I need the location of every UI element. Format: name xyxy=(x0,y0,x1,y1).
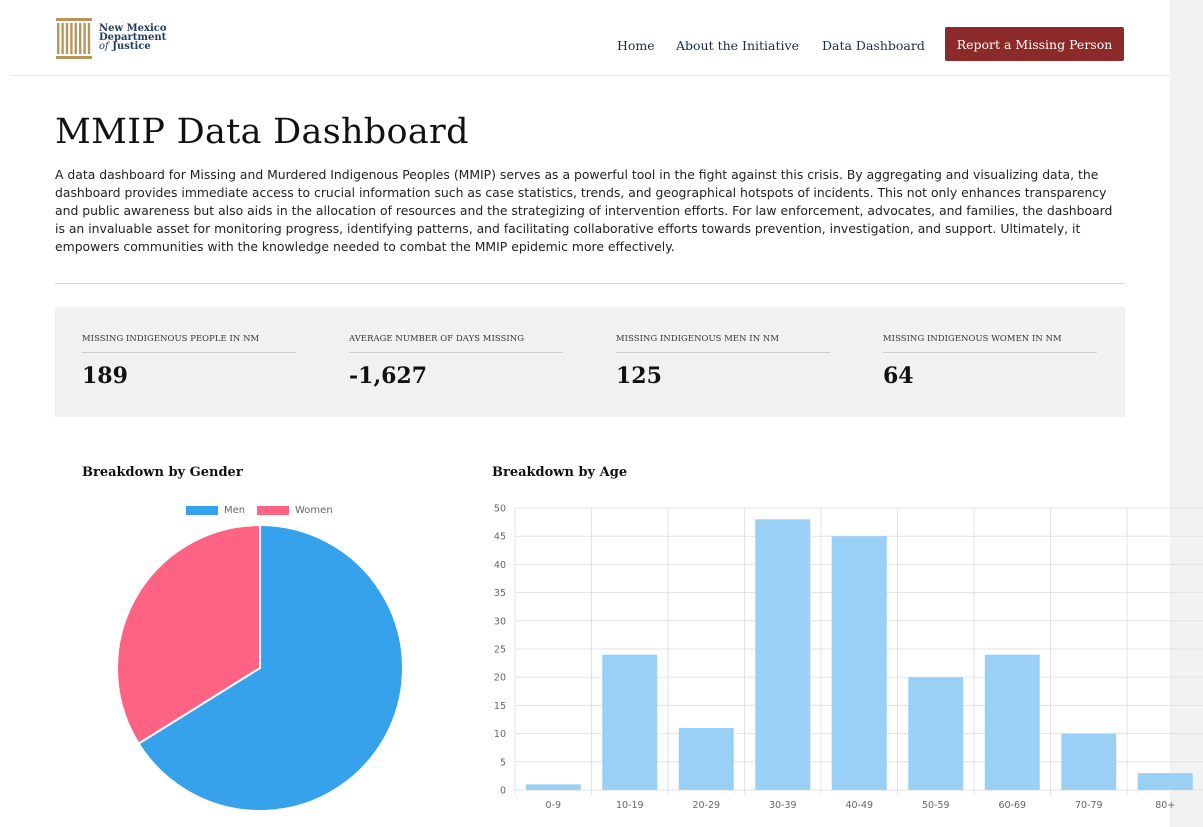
section-divider xyxy=(55,283,1125,284)
y-tick-label: 20 xyxy=(494,673,506,684)
x-tick-label: 30-39 xyxy=(769,800,797,811)
gender-pie-chart xyxy=(116,523,404,812)
nav-home[interactable]: Home xyxy=(617,38,655,53)
stat-label: MISSING INDIGENOUS WOMEN IN NM xyxy=(883,333,1062,343)
y-tick-label: 10 xyxy=(494,729,506,740)
bar-40-49[interactable] xyxy=(831,536,887,790)
legend-label-women: Women xyxy=(295,505,333,516)
age-bar-chart: 0 5 10 15 20 25 30 35 40 45 50 0-9 10-19 20-29 30-39 40… xyxy=(494,504,1203,811)
logo-wordmark: New Mexico Department of Justice xyxy=(99,24,167,52)
y-tick-label: 45 xyxy=(494,532,506,543)
nav-data-dashboard[interactable]: Data Dashboard xyxy=(822,38,925,53)
stat-label: AVERAGE NUMBER OF DAYS MISSING xyxy=(349,333,525,343)
page-title: MMIP Data Dashboard xyxy=(55,112,469,152)
stat-label: MISSING INDIGENOUS MEN IN NM xyxy=(616,333,779,343)
y-tick-label: 25 xyxy=(494,645,506,656)
legend-swatch-men xyxy=(186,506,218,515)
stat-value: 189 xyxy=(82,363,128,389)
x-tick-label: 80+ xyxy=(1155,800,1175,811)
x-tick-label: 0-9 xyxy=(545,800,561,811)
page-intro: A data dashboard for Missing and Murdere… xyxy=(55,167,1113,254)
x-tick-label: 10-19 xyxy=(616,800,644,811)
legend-item-women[interactable]: Women xyxy=(257,505,333,516)
stat-value: 125 xyxy=(616,363,662,389)
stat-divider xyxy=(883,352,1097,353)
legend-swatch-women xyxy=(257,506,289,515)
bar-0-9[interactable] xyxy=(525,784,581,790)
x-tick-label: 60-69 xyxy=(998,800,1026,811)
gender-chart-title: Breakdown by Gender xyxy=(82,465,243,480)
y-tick-label: 5 xyxy=(500,757,506,768)
bar-60-69[interactable] xyxy=(984,654,1040,790)
bar-70-79[interactable] xyxy=(1061,733,1117,790)
nav-about-initiative[interactable]: About the Initiative xyxy=(676,38,799,53)
bar-50-59[interactable] xyxy=(908,677,964,790)
age-chart-title: Breakdown by Age xyxy=(492,465,628,480)
stat-divider xyxy=(349,352,563,353)
y-tick-label: 35 xyxy=(494,588,506,599)
y-tick-label: 30 xyxy=(494,616,506,627)
x-tick-label: 40-49 xyxy=(845,800,873,811)
stat-divider xyxy=(82,352,296,353)
stat-divider xyxy=(616,352,830,353)
legend-label-men: Men xyxy=(224,505,246,516)
y-tick-label: 40 xyxy=(494,560,506,571)
bar-80+[interactable] xyxy=(1137,773,1193,790)
justice-columns-icon xyxy=(56,18,92,59)
x-tick-label: 70-79 xyxy=(1075,800,1103,811)
site-logo[interactable]: New Mexico Department of Justice xyxy=(56,18,216,64)
bar-30-39[interactable] xyxy=(755,519,811,790)
stat-value: -1,627 xyxy=(349,363,428,389)
bar-20-29[interactable] xyxy=(678,727,734,790)
y-tick-label: 15 xyxy=(494,701,506,712)
logo-line-3-main: Justice xyxy=(112,41,151,52)
y-tick-label: 50 xyxy=(494,504,506,515)
x-tick-label: 50-59 xyxy=(922,800,950,811)
stat-value: 64 xyxy=(883,363,914,389)
report-missing-person-button[interactable]: Report a Missing Person xyxy=(945,27,1124,61)
stat-label: MISSING INDIGENOUS PEOPLE IN NM xyxy=(82,333,260,343)
logo-line-3: of Justice xyxy=(99,41,167,52)
x-tick-label: 20-29 xyxy=(692,800,720,811)
legend-item-men[interactable]: Men xyxy=(186,505,245,516)
bar-10-19[interactable] xyxy=(602,654,658,790)
logo-line-3-prefix: of xyxy=(99,41,109,52)
stats-panel: MISSING INDIGENOUS PEOPLE IN NM 189 AVER… xyxy=(55,307,1125,417)
y-tick-label: 0 xyxy=(500,786,506,797)
gender-chart-legend: Men Women xyxy=(0,505,480,519)
